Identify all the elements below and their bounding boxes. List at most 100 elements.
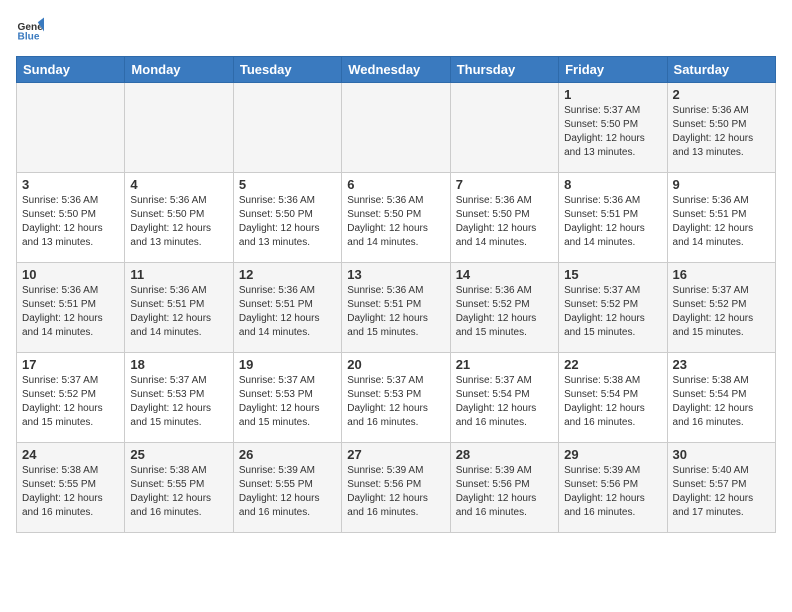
day-info: Sunrise: 5:38 AMSunset: 5:54 PMDaylight:…	[673, 374, 770, 430]
day-info: Sunrise: 5:38 AMSunset: 5:54 PMDaylight:…	[564, 374, 661, 430]
calendar-cell: 16Sunrise: 5:37 AMSunset: 5:52 PMDayligh…	[667, 263, 775, 353]
calendar-cell: 26 Sunrise: 5:39 AMSunset: 5:55 PMDayligh…	[233, 443, 341, 533]
day-info: Sunrise: 5:37 AMSunset: 5:52 PMDaylight:…	[673, 284, 770, 340]
day-info: Sunrise: 5:36 AMSunset: 5:51 PMDaylight:…	[22, 284, 119, 340]
day-info: Sunrise: 5:36 AMSunset: 5:50 PMDaylight:…	[673, 104, 770, 160]
day-number: 24	[22, 447, 119, 462]
day-number: 27	[347, 447, 444, 462]
day-info: Sunrise: 5:36 AMSunset: 5:50 PMDaylight:…	[456, 194, 553, 250]
day-number: 29	[564, 447, 661, 462]
calendar-cell: 25 Sunrise: 5:38 AMSunset: 5:55 PMDayligh…	[125, 443, 233, 533]
day-number: 21	[456, 357, 553, 372]
day-info: Sunrise: 5:37 AMSunset: 5:52 PMDaylight:…	[564, 284, 661, 340]
day-number: 19	[239, 357, 336, 372]
calendar-cell: 21 Sunrise: 5:37 AMSunset: 5:54 PMDayligh…	[450, 353, 558, 443]
calendar-cell: 12Sunrise: 5:36 AMSunset: 5:51 PMDayligh…	[233, 263, 341, 353]
day-info: Sunrise: 5:36 AMSunset: 5:51 PMDaylight:…	[673, 194, 770, 250]
day-number: 12	[239, 267, 336, 282]
day-info: Sunrise: 5:37 AMSunset: 5:53 PMDaylight:…	[347, 374, 444, 430]
day-number: 2	[673, 87, 770, 102]
day-number: 30	[673, 447, 770, 462]
calendar-cell: 7 Sunrise: 5:36 AMSunset: 5:50 PMDaylight…	[450, 173, 558, 263]
day-info: Sunrise: 5:39 AMSunset: 5:55 PMDaylight:…	[239, 464, 336, 520]
weekday-header-friday: Friday	[559, 57, 667, 83]
calendar-cell: 4 Sunrise: 5:36 AMSunset: 5:50 PMDaylight…	[125, 173, 233, 263]
day-info: Sunrise: 5:38 AMSunset: 5:55 PMDaylight:…	[130, 464, 227, 520]
calendar-cell: 27 Sunrise: 5:39 AMSunset: 5:56 PMDayligh…	[342, 443, 450, 533]
day-info: Sunrise: 5:36 AMSunset: 5:51 PMDaylight:…	[130, 284, 227, 340]
calendar-week-4: 17 Sunrise: 5:37 AMSunset: 5:52 PMDayligh…	[17, 353, 776, 443]
weekday-header-saturday: Saturday	[667, 57, 775, 83]
calendar-cell: 23 Sunrise: 5:38 AMSunset: 5:54 PMDayligh…	[667, 353, 775, 443]
day-info: Sunrise: 5:37 AMSunset: 5:52 PMDaylight:…	[22, 374, 119, 430]
day-number: 8	[564, 177, 661, 192]
calendar-cell: 13 Sunrise: 5:36 AMSunset: 5:51 PMDayligh…	[342, 263, 450, 353]
day-info: Sunrise: 5:37 AMSunset: 5:54 PMDaylight:…	[456, 374, 553, 430]
day-info: Sunrise: 5:39 AMSunset: 5:56 PMDaylight:…	[456, 464, 553, 520]
calendar-week-2: 3Sunrise: 5:36 AMSunset: 5:50 PMDaylight…	[17, 173, 776, 263]
calendar-week-5: 24 Sunrise: 5:38 AMSunset: 5:55 PMDayligh…	[17, 443, 776, 533]
day-number: 1	[564, 87, 661, 102]
day-number: 28	[456, 447, 553, 462]
calendar-cell: 3Sunrise: 5:36 AMSunset: 5:50 PMDaylight…	[17, 173, 125, 263]
calendar-cell	[233, 83, 341, 173]
day-info: Sunrise: 5:37 AMSunset: 5:53 PMDaylight:…	[130, 374, 227, 430]
weekday-header-thursday: Thursday	[450, 57, 558, 83]
calendar-cell: 8 Sunrise: 5:36 AMSunset: 5:51 PMDaylight…	[559, 173, 667, 263]
day-number: 5	[239, 177, 336, 192]
day-number: 7	[456, 177, 553, 192]
calendar-header-row: SundayMondayTuesdayWednesdayThursdayFrid…	[17, 57, 776, 83]
calendar-cell: 18Sunrise: 5:37 AMSunset: 5:53 PMDayligh…	[125, 353, 233, 443]
day-number: 10	[22, 267, 119, 282]
calendar-cell: 30Sunrise: 5:40 AMSunset: 5:57 PMDayligh…	[667, 443, 775, 533]
calendar-cell: 22 Sunrise: 5:38 AMSunset: 5:54 PMDayligh…	[559, 353, 667, 443]
calendar-cell	[17, 83, 125, 173]
weekday-header-monday: Monday	[125, 57, 233, 83]
day-info: Sunrise: 5:39 AMSunset: 5:56 PMDaylight:…	[564, 464, 661, 520]
calendar-cell: 10 Sunrise: 5:36 AMSunset: 5:51 PMDayligh…	[17, 263, 125, 353]
calendar-cell	[125, 83, 233, 173]
day-number: 17	[22, 357, 119, 372]
calendar-cell: 14 Sunrise: 5:36 AMSunset: 5:52 PMDayligh…	[450, 263, 558, 353]
day-info: Sunrise: 5:37 AMSunset: 5:50 PMDaylight:…	[564, 104, 661, 160]
calendar-week-1: 1 Sunrise: 5:37 AMSunset: 5:50 PMDaylight…	[17, 83, 776, 173]
day-number: 11	[130, 267, 227, 282]
day-number: 26	[239, 447, 336, 462]
page-header: General Blue	[16, 16, 776, 44]
calendar-cell: 2 Sunrise: 5:36 AMSunset: 5:50 PMDaylight…	[667, 83, 775, 173]
day-number: 20	[347, 357, 444, 372]
day-number: 15	[564, 267, 661, 282]
day-number: 4	[130, 177, 227, 192]
day-info: Sunrise: 5:39 AMSunset: 5:56 PMDaylight:…	[347, 464, 444, 520]
day-info: Sunrise: 5:36 AMSunset: 5:50 PMDaylight:…	[239, 194, 336, 250]
day-info: Sunrise: 5:36 AMSunset: 5:51 PMDaylight:…	[564, 194, 661, 250]
weekday-header-sunday: Sunday	[17, 57, 125, 83]
calendar-cell: 24 Sunrise: 5:38 AMSunset: 5:55 PMDayligh…	[17, 443, 125, 533]
day-number: 6	[347, 177, 444, 192]
svg-text:Blue: Blue	[18, 31, 40, 42]
calendar-cell: 1 Sunrise: 5:37 AMSunset: 5:50 PMDaylight…	[559, 83, 667, 173]
calendar-cell: 28 Sunrise: 5:39 AMSunset: 5:56 PMDayligh…	[450, 443, 558, 533]
calendar-cell	[342, 83, 450, 173]
calendar-cell: 9Sunrise: 5:36 AMSunset: 5:51 PMDaylight…	[667, 173, 775, 263]
weekday-header-tuesday: Tuesday	[233, 57, 341, 83]
calendar-week-3: 10 Sunrise: 5:36 AMSunset: 5:51 PMDayligh…	[17, 263, 776, 353]
day-info: Sunrise: 5:36 AMSunset: 5:50 PMDaylight:…	[347, 194, 444, 250]
day-number: 25	[130, 447, 227, 462]
calendar-cell: 29 Sunrise: 5:39 AMSunset: 5:56 PMDayligh…	[559, 443, 667, 533]
calendar-cell: 17 Sunrise: 5:37 AMSunset: 5:52 PMDayligh…	[17, 353, 125, 443]
day-info: Sunrise: 5:36 AMSunset: 5:51 PMDaylight:…	[347, 284, 444, 340]
logo: General Blue	[16, 16, 48, 44]
day-number: 13	[347, 267, 444, 282]
day-number: 23	[673, 357, 770, 372]
calendar-cell: 15 Sunrise: 5:37 AMSunset: 5:52 PMDayligh…	[559, 263, 667, 353]
day-number: 14	[456, 267, 553, 282]
day-info: Sunrise: 5:38 AMSunset: 5:55 PMDaylight:…	[22, 464, 119, 520]
day-info: Sunrise: 5:37 AMSunset: 5:53 PMDaylight:…	[239, 374, 336, 430]
calendar-cell: 5 Sunrise: 5:36 AMSunset: 5:50 PMDaylight…	[233, 173, 341, 263]
day-info: Sunrise: 5:36 AMSunset: 5:52 PMDaylight:…	[456, 284, 553, 340]
day-info: Sunrise: 5:36 AMSunset: 5:50 PMDaylight:…	[22, 194, 119, 250]
calendar-table: SundayMondayTuesdayWednesdayThursdayFrid…	[16, 56, 776, 533]
day-info: Sunrise: 5:36 AMSunset: 5:50 PMDaylight:…	[130, 194, 227, 250]
day-number: 22	[564, 357, 661, 372]
